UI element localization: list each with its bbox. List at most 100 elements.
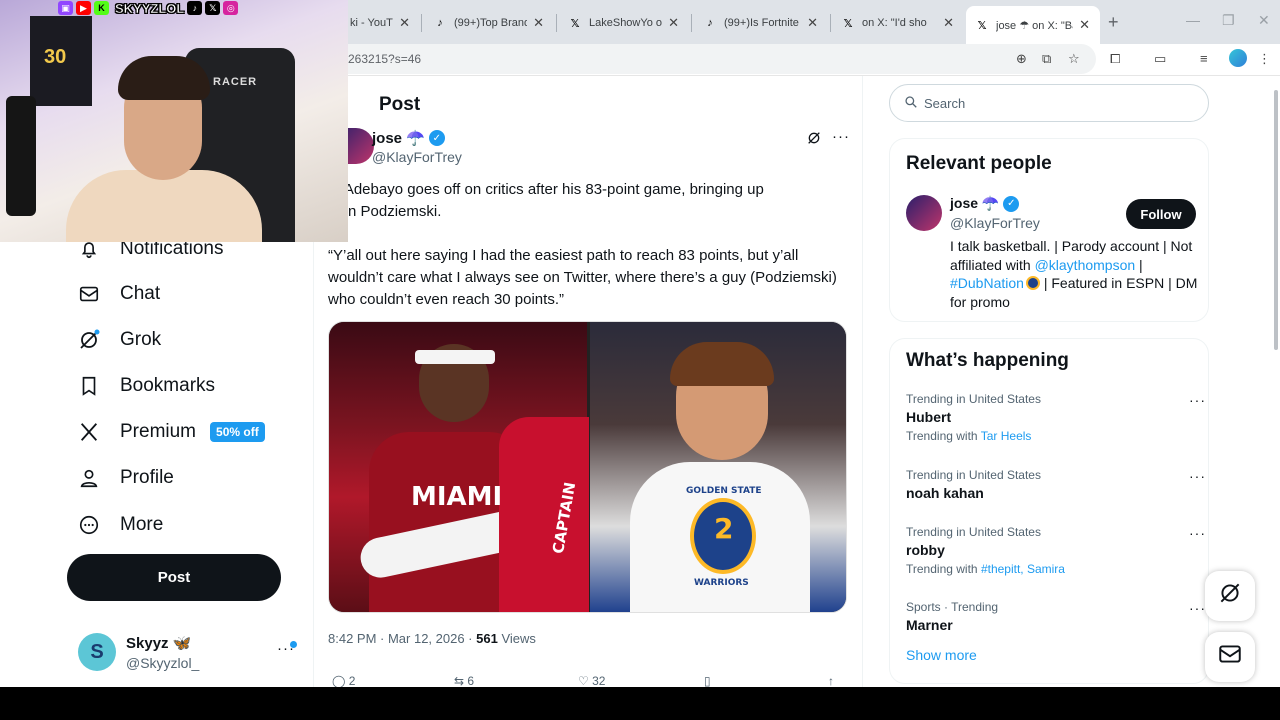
post-time[interactable]: 8:42 PM · Mar 12, 2026 · xyxy=(328,631,476,646)
like-count: 32 xyxy=(592,674,606,687)
trend-with-link[interactable]: Tar Heels xyxy=(981,429,1032,443)
minimize-icon[interactable]: — xyxy=(1186,12,1200,28)
star-icon[interactable]: ☆ xyxy=(1068,51,1080,67)
trend-item[interactable]: Sports · Trending Marner ··· xyxy=(906,600,1206,633)
card-title: What’s happening xyxy=(906,350,1069,371)
more-circle-icon xyxy=(76,512,102,538)
close-icon[interactable]: ✕ xyxy=(943,15,954,31)
trend-item[interactable]: Trending in United States robby Trending… xyxy=(906,525,1206,576)
profile-avatar-icon[interactable] xyxy=(1229,49,1247,67)
nav-label: Premium xyxy=(120,421,197,442)
post-quote: “Y’all out here saying I had the easiest… xyxy=(328,247,837,308)
nav-chat[interactable]: Chat xyxy=(76,281,160,307)
bio-text: | xyxy=(1135,256,1143,273)
author-handle[interactable]: @KlayForTrey xyxy=(372,149,462,165)
close-icon[interactable]: ✕ xyxy=(807,15,818,31)
trend-with-link[interactable]: #thepitt, Samira xyxy=(981,562,1065,576)
window-close-icon[interactable]: ✕ xyxy=(1258,12,1270,29)
grok-icon xyxy=(1217,580,1243,612)
social-handle-bar: ▣ ▶ K SKYYZLOL ♪ 𝕏 ◎ xyxy=(58,0,241,16)
trend-name: Hubert xyxy=(906,409,952,425)
close-icon[interactable]: ✕ xyxy=(1079,17,1090,33)
nav-more[interactable]: More xyxy=(76,512,163,538)
maximize-icon[interactable]: ❐ xyxy=(1222,12,1235,29)
tiktok-icon: ♪ xyxy=(707,17,713,29)
bookmark-button[interactable]: ▯ xyxy=(704,674,711,687)
whats-happening-card: What’s happening Trending in United Stat… xyxy=(889,338,1209,684)
nav-premium[interactable]: Premium 50% off xyxy=(76,419,265,445)
x-icon: 𝕏 xyxy=(570,17,580,30)
bio-mention-link[interactable]: @klaythompson xyxy=(1035,257,1136,273)
trend-with-label: Trending with xyxy=(906,562,981,576)
extensions-icon[interactable]: ⧠ xyxy=(1110,51,1120,67)
close-icon[interactable]: ✕ xyxy=(533,15,544,31)
poster-number: 30 xyxy=(44,46,67,68)
follow-button[interactable]: Follow xyxy=(1126,199,1196,229)
tab-label: LakeShowYo on X xyxy=(589,17,662,29)
tab-label: jose ☂ on X: "Ba xyxy=(996,19,1074,32)
tab-lakeshowyo[interactable]: 𝕏 LakeShowYo on X ✕ xyxy=(559,8,689,38)
nav-profile[interactable]: Profile xyxy=(76,465,174,491)
share-button[interactable]: ↑ xyxy=(828,674,834,687)
media-image-left[interactable]: MIAMI CAPTAIN xyxy=(329,322,589,612)
address-bar[interactable]: 263215?s=46 ⊕ ⧉ ☆ xyxy=(300,44,1096,74)
trend-name: noah kahan xyxy=(906,485,984,501)
nav-label: More xyxy=(120,514,164,535)
new-tab-button[interactable]: + xyxy=(1108,12,1119,33)
tab-active-jose[interactable]: 𝕏 jose ☂ on X: "Ba ✕ xyxy=(966,6,1100,44)
nav-bookmarks[interactable]: Bookmarks xyxy=(76,373,215,399)
avatar[interactable]: S xyxy=(78,633,116,671)
post-actions: ◯ 2 ⇆ 6 ♡ 32 ▯ ↑ xyxy=(328,674,848,687)
avatar[interactable] xyxy=(906,195,942,231)
warriors-icon xyxy=(1025,276,1040,290)
person-name-row[interactable]: jose ☂️ ✓ xyxy=(950,195,1020,212)
like-button[interactable]: ♡ 32 xyxy=(578,674,605,687)
grok-fab-button[interactable] xyxy=(1205,571,1255,621)
nav-grok[interactable]: Grok xyxy=(76,327,161,353)
messages-fab-button[interactable] xyxy=(1205,632,1255,682)
trend-name: Marner xyxy=(906,617,953,633)
tab-x-post[interactable]: 𝕏 on X: "I'd sho ✕ xyxy=(832,8,964,38)
url-text: 263215?s=46 xyxy=(348,52,422,66)
tiktok-icon: ♪ xyxy=(437,17,443,29)
bio-hashtag-link[interactable]: #DubNation xyxy=(950,275,1024,291)
trend-more-icon[interactable]: ··· xyxy=(1189,392,1206,408)
tab-youtube[interactable]: ki - YouTu ✕ xyxy=(340,8,420,38)
grok-icon[interactable] xyxy=(806,130,822,150)
account-name: Skyyz 🦋 xyxy=(126,635,192,652)
post-text: m Adebayo goes off on critics after his … xyxy=(328,179,838,223)
trend-more-icon[interactable]: ··· xyxy=(1189,600,1206,616)
kebab-menu-icon[interactable]: ⋮ xyxy=(1258,51,1271,67)
post-more-icon[interactable]: ··· xyxy=(832,128,850,145)
close-icon[interactable]: ✕ xyxy=(399,15,410,31)
close-icon[interactable]: ✕ xyxy=(668,15,679,31)
show-more-link[interactable]: Show more xyxy=(906,647,977,663)
tab-label: (99+)Is Fortnite L xyxy=(724,17,802,29)
install-app-icon[interactable]: ⧉ xyxy=(1042,51,1051,67)
media-controls-icon[interactable]: ≡ xyxy=(1200,51,1208,66)
trend-more-icon[interactable]: ··· xyxy=(1189,525,1206,541)
tab-fortnite[interactable]: ♪ (99+)Is Fortnite L ✕ xyxy=(694,8,828,38)
streamer-hair xyxy=(118,56,210,100)
person-name: jose ☂️ xyxy=(950,195,1000,211)
trend-item[interactable]: Trending in United States Hubert Trendin… xyxy=(906,392,1206,443)
search-input[interactable]: Search xyxy=(889,84,1209,122)
trend-with-label: Trending with xyxy=(906,429,981,443)
repost-button[interactable]: ⇆ 6 xyxy=(454,674,474,687)
views-label: Views xyxy=(497,631,536,646)
scrollbar[interactable] xyxy=(1274,90,1278,350)
cast-icon[interactable]: ▭ xyxy=(1154,51,1166,67)
reply-button[interactable]: ◯ 2 xyxy=(332,674,355,687)
post-media[interactable]: MIAMI CAPTAIN 2 GOLDEN STATE WARRIORS xyxy=(328,321,847,613)
zoom-icon[interactable]: ⊕ xyxy=(1016,51,1027,67)
tab-top-brando[interactable]: ♪ (99+)Top Brando ✕ xyxy=(424,8,554,38)
twitch-icon: ▣ xyxy=(58,1,73,15)
trend-more-icon[interactable]: ··· xyxy=(1189,468,1206,484)
author-name-row[interactable]: jose ☂️ ✓ xyxy=(372,129,445,147)
media-image-right[interactable]: 2 GOLDEN STATE WARRIORS xyxy=(590,322,846,612)
post-button[interactable]: Post xyxy=(67,554,281,601)
person-handle[interactable]: @KlayForTrey xyxy=(950,215,1040,231)
nav-label: Bookmarks xyxy=(120,375,216,396)
trend-item[interactable]: Trending in United States noah kahan ··· xyxy=(906,468,1206,501)
verified-icon: ✓ xyxy=(1003,195,1020,212)
